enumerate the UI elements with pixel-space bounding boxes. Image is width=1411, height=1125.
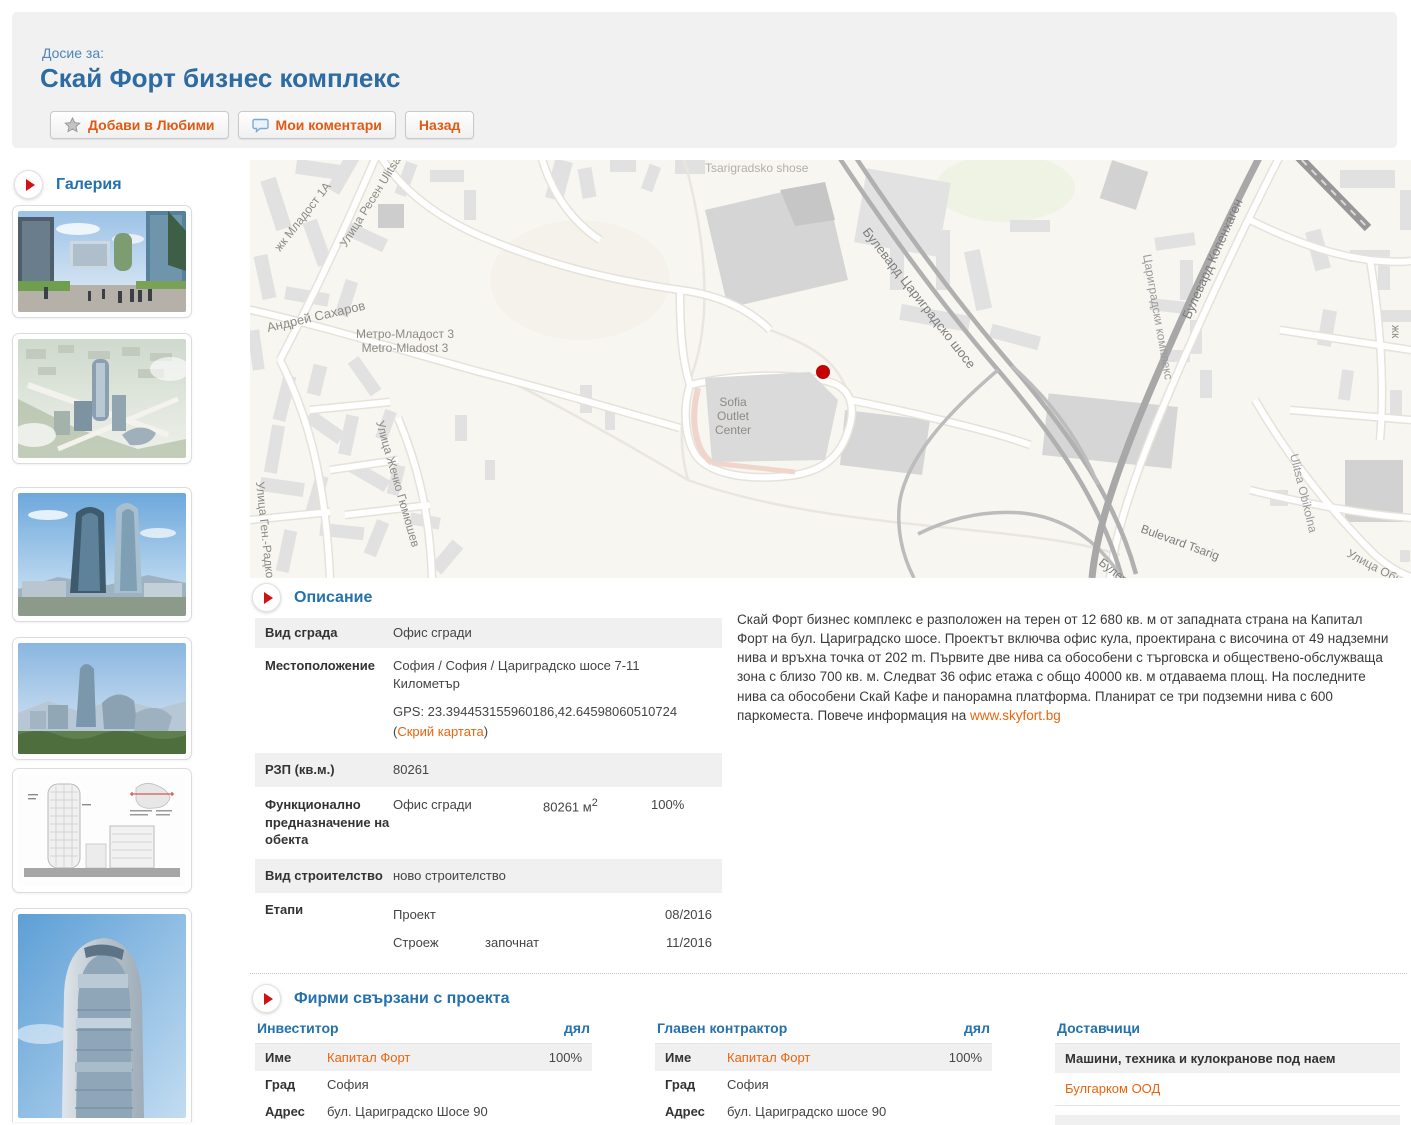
row-stages: Етапи Проект 08/2016 Строеж започнат 11/… xyxy=(255,893,722,963)
supplier-company-link[interactable]: Булгарком ООД xyxy=(1065,1081,1160,1096)
project-dossier-page: { "header": { "kicker": "Досие за:", "ti… xyxy=(0,0,1411,1122)
functional-area: 80261 м2 xyxy=(543,796,651,817)
star-icon xyxy=(64,117,81,133)
svg-text:Sofia: Sofia xyxy=(719,395,747,409)
back-label: Назад xyxy=(419,117,461,133)
add-to-favorites-button[interactable]: Добави в Любими xyxy=(50,111,229,139)
svg-text:Outlet: Outlet xyxy=(717,409,750,423)
contractor-company-link[interactable]: Капитал Форт xyxy=(727,1050,949,1065)
contractor-name-row: Име Капитал Форт 100% xyxy=(655,1044,992,1071)
svg-text:Tsarigradsko shose: Tsarigradsko shose xyxy=(705,161,809,175)
svg-text:Center: Center xyxy=(715,423,751,437)
skyfort-website-link[interactable]: www.skyfort.bg xyxy=(970,708,1061,723)
gallery-thumbnail-panorama[interactable] xyxy=(12,637,192,760)
back-button[interactable]: Назад xyxy=(405,111,475,139)
investor-city-row: Град София xyxy=(255,1071,592,1098)
investor-header: Инвеститор xyxy=(257,1020,339,1036)
comment-bubble-icon xyxy=(252,118,269,133)
gallery-thumbnail-aerial-render[interactable] xyxy=(12,333,192,464)
project-location-marker[interactable] xyxy=(816,365,830,379)
section-arrow-icon xyxy=(252,583,281,612)
svg-text:жк: жк xyxy=(1389,325,1403,339)
share-header: дял xyxy=(964,1020,990,1036)
investor-company-link[interactable]: Капитал Форт xyxy=(327,1050,549,1065)
description-table: Вид сграда Офис сгради Местоположение Со… xyxy=(255,618,722,963)
gallery-thumbnail-two-towers[interactable] xyxy=(12,487,192,622)
investor-address-row: Адрес бул. Цариградско Шосе 90 xyxy=(255,1098,592,1125)
hide-map-line: (Скрий картата) xyxy=(393,723,703,741)
gps-coordinates: GPS: 23.394453155960186,42.6459806051072… xyxy=(393,703,703,721)
section-arrow-icon xyxy=(252,984,281,1013)
section-divider xyxy=(250,973,1407,974)
share-header: дял xyxy=(564,1020,590,1036)
supplier-next-category-bar xyxy=(1055,1115,1400,1125)
sofia-outlet-center-building xyxy=(694,372,838,472)
contractor-city-row: Град София xyxy=(655,1071,992,1098)
companies-title: Фирми свързани с проекта xyxy=(294,990,510,1008)
row-location: Местоположение София / София / Цариградс… xyxy=(255,648,722,753)
description-section-head: Описание xyxy=(252,583,372,612)
svg-text:Metro-Mladost 3: Metro-Mladost 3 xyxy=(362,341,449,355)
add-to-favorites-label: Добави в Любими xyxy=(88,117,215,133)
contractor-column: Главен контрактор дял Име Капитал Форт 1… xyxy=(655,1016,992,1125)
dossier-kicker: Досие за: xyxy=(42,45,104,61)
header-card: Досие за: Скай Форт бизнес комплекс Доба… xyxy=(12,12,1397,148)
location-map[interactable]: Tsarigradsko shoseжк Младост 1АУлица Рес… xyxy=(250,160,1411,578)
functional-use: Офис сгради xyxy=(393,796,543,814)
row-construction-type: Вид строителство ново строителство xyxy=(255,859,722,893)
investor-name-row: Име Капитал Форт 100% xyxy=(255,1044,592,1071)
gallery-title: Галерия xyxy=(56,176,122,194)
contractor-address-row: Адрес бул. Цариградско шосе 90 xyxy=(655,1098,992,1125)
gallery-thumbnail-tower-closeup[interactable] xyxy=(12,908,192,1122)
gallery-thumbnail-street-render[interactable] xyxy=(12,205,192,318)
supplier-category: Машини, техника и кулокранове под наем xyxy=(1055,1044,1400,1073)
description-title: Описание xyxy=(294,589,372,607)
suppliers-column: Доставчици Машини, техника и кулокранове… xyxy=(1055,1016,1400,1125)
page-title: Скай Форт бизнес комплекс xyxy=(40,63,400,94)
row-functional-purpose: Функционално предназначение на обекта Оф… xyxy=(255,787,722,859)
my-comments-label: Мои коментари xyxy=(276,117,382,133)
svg-text:Метро-Младост 3: Метро-Младост 3 xyxy=(356,327,454,341)
contractor-header: Главен контрактор xyxy=(657,1020,787,1036)
section-arrow-icon xyxy=(14,170,43,199)
companies-section-head: Фирми свързани с проекта xyxy=(252,984,510,1013)
my-comments-button[interactable]: Мои коментари xyxy=(238,111,396,139)
stage-row: Строеж започнат 11/2016 xyxy=(393,929,712,957)
suppliers-header: Доставчици xyxy=(1057,1020,1140,1036)
stage-row: Проект 08/2016 xyxy=(393,901,712,929)
gallery-thumbnail-elevation-drawing[interactable] xyxy=(12,768,192,893)
row-rzp: РЗП (кв.м.) 80261 xyxy=(255,753,722,787)
investor-column: Инвеститор дял Име Капитал Форт 100% Гра… xyxy=(255,1016,592,1125)
gallery-section-head: Галерия xyxy=(14,170,122,199)
header-toolbar: Добави в Любими Мои коментари Назад xyxy=(50,111,474,139)
functional-share: 100% xyxy=(651,796,684,814)
hide-map-link[interactable]: Скрий картата xyxy=(397,724,483,739)
project-about-text: Скай Форт бизнес комплекс е разположен н… xyxy=(737,610,1395,725)
location-value: София / София / Цариградско шосе 7-11 Ки… xyxy=(393,657,703,693)
row-building-type: Вид сграда Офис сгради xyxy=(255,618,722,648)
